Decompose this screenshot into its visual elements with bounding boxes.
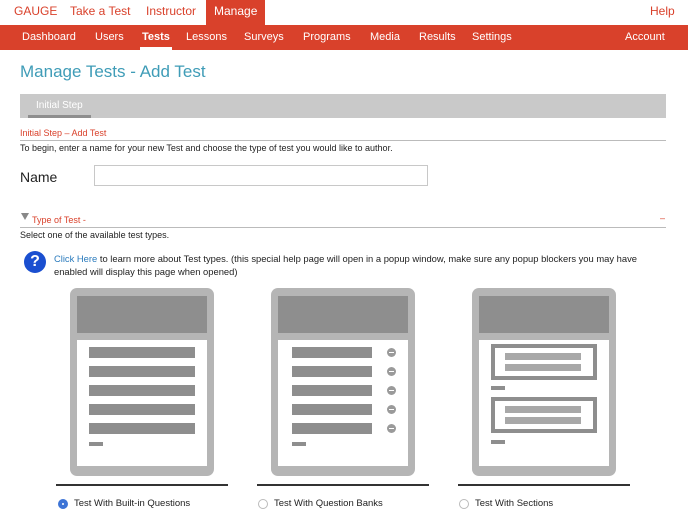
minus-circle-icon (387, 405, 396, 414)
short-bar (89, 442, 103, 446)
nav-instructor[interactable]: Instructor (146, 4, 196, 18)
option-underline (56, 484, 228, 486)
subnav-tests[interactable]: Tests (140, 25, 172, 50)
initial-step-description: To begin, enter a name for your new Test… (20, 143, 393, 153)
card-body-graphic (278, 340, 408, 466)
bank-bar (292, 423, 372, 434)
section-box (491, 344, 597, 380)
card-header-graphic (278, 296, 408, 333)
bank-bar (292, 385, 372, 396)
name-label: Name (20, 169, 58, 185)
subnav-settings[interactable]: Settings (472, 25, 512, 50)
minus-circle-icon (387, 367, 396, 376)
section-line (505, 417, 581, 424)
minus-circle-icon (387, 386, 396, 395)
initial-step-title: Initial Step – Add Test (20, 128, 107, 138)
tab-initial-step[interactable]: Initial Step (28, 94, 91, 118)
option-underline (458, 484, 630, 486)
top-nav: GAUGE Take a Test Instructor Manage Help (0, 0, 688, 25)
nav-manage[interactable]: Manage (206, 0, 266, 25)
subnav-programs[interactable]: Programs (303, 25, 351, 50)
click-here-link[interactable]: Click Here (54, 253, 97, 264)
card-header-graphic (479, 296, 609, 333)
type-of-test-description: Select one of the available test types. (20, 230, 170, 240)
section-line (505, 406, 581, 413)
short-bar (491, 440, 505, 444)
section-box (491, 397, 597, 433)
radio-sections[interactable] (459, 499, 469, 509)
test-type-card-question-banks[interactable] (271, 288, 415, 476)
minus-circle-icon (387, 348, 396, 357)
collapse-toggle[interactable]: – (660, 213, 665, 223)
bank-bar (292, 347, 372, 358)
card-body-graphic (479, 340, 609, 466)
subnav-dashboard[interactable]: Dashboard (22, 25, 76, 50)
subnav-results[interactable]: Results (419, 25, 456, 50)
test-type-card-sections[interactable] (472, 288, 616, 476)
divider (20, 227, 666, 228)
short-bar (292, 442, 306, 446)
card-body-graphic (77, 340, 207, 466)
subnav-media[interactable]: Media (370, 25, 400, 50)
name-input[interactable] (94, 165, 428, 186)
minus-circle-icon (387, 424, 396, 433)
subnav-account[interactable]: Account (625, 25, 665, 50)
radio-label-built-in-questions[interactable]: Test With Built-in Questions (74, 498, 190, 509)
radio-built-in-questions[interactable] (58, 499, 68, 509)
help-text: Click Here to learn more about Test type… (54, 252, 669, 278)
bank-bar (292, 366, 372, 377)
card-header-graphic (77, 296, 207, 333)
section-line (505, 353, 581, 360)
bank-bar (292, 404, 372, 415)
page-title: Manage Tests - Add Test (20, 62, 206, 81)
type-of-test-title[interactable]: Type of Test - (32, 215, 86, 225)
radio-question-banks[interactable] (258, 499, 268, 509)
help-description: to learn more about Test types. (this sp… (54, 253, 637, 277)
manage-subnav: Dashboard Users Tests Lessons Surveys Pr… (0, 25, 688, 50)
nav-take-a-test[interactable]: Take a Test (70, 4, 130, 18)
question-bar (89, 366, 195, 377)
question-bar (89, 404, 195, 415)
section-line (505, 364, 581, 371)
option-underline (257, 484, 429, 486)
test-type-card-built-in[interactable] (70, 288, 214, 476)
collapse-triangle-icon[interactable] (21, 213, 29, 220)
question-bar (89, 385, 195, 396)
step-bar: Initial Step (20, 94, 666, 118)
radio-label-question-banks[interactable]: Test With Question Banks (274, 498, 383, 509)
subnav-lessons[interactable]: Lessons (186, 25, 227, 50)
nav-help[interactable]: Help (650, 4, 675, 18)
subnav-surveys[interactable]: Surveys (244, 25, 284, 50)
question-bar (89, 423, 195, 434)
nav-gauge[interactable]: GAUGE (14, 4, 57, 18)
divider (20, 140, 666, 141)
short-bar (491, 386, 505, 390)
radio-label-sections[interactable]: Test With Sections (475, 498, 553, 509)
question-bar (89, 347, 195, 358)
subnav-users[interactable]: Users (95, 25, 124, 50)
question-mark-icon[interactable]: ? (24, 251, 46, 273)
